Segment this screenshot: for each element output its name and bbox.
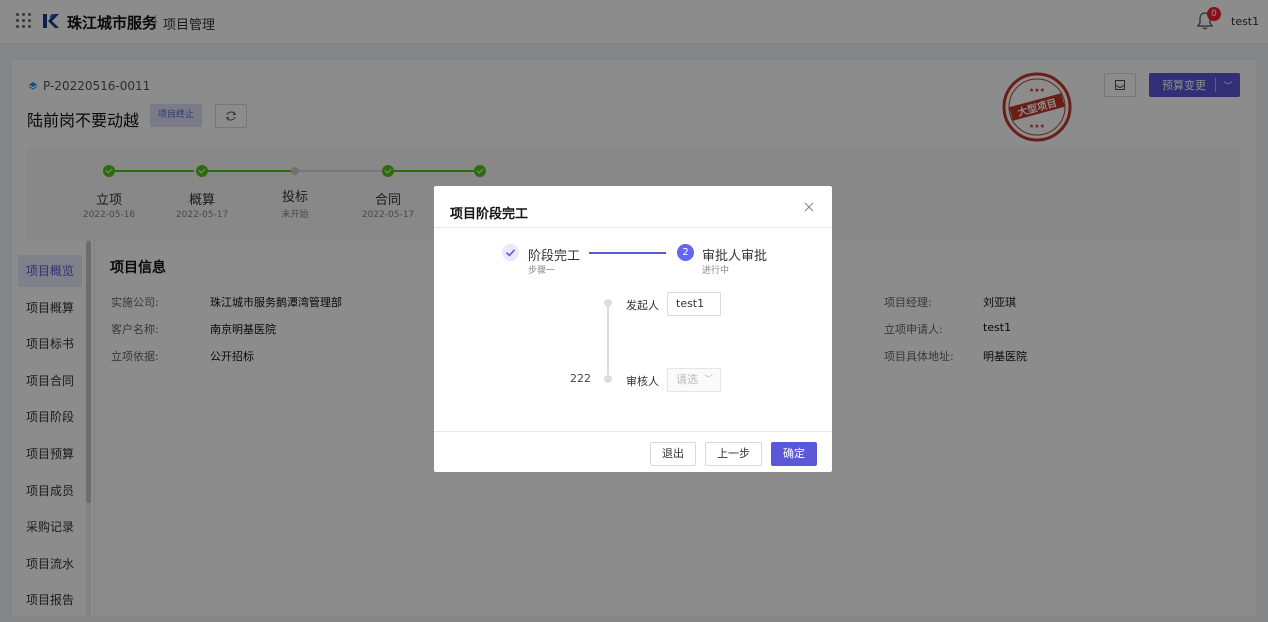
modal-title: 项目阶段完工: [450, 207, 529, 222]
step-title: 审批人审批: [702, 249, 768, 264]
step-number: 2: [677, 244, 694, 261]
close-icon[interactable]: [802, 200, 816, 214]
reviewer-placeholder: 请选: [676, 373, 698, 386]
check-circle-icon: [502, 244, 519, 261]
chevron-down-icon: ﹀: [703, 375, 713, 385]
initiator-label: 发起人: [626, 299, 659, 312]
timeline-dot: [604, 299, 612, 307]
confirm-button[interactable]: 确定: [771, 442, 817, 466]
step-description: 步骤一: [528, 266, 556, 276]
reviewer-label: 审核人: [626, 375, 659, 388]
timeline-dot: [604, 375, 612, 383]
step-description: 进行中: [702, 266, 730, 276]
previous-step-button[interactable]: 上一步: [705, 442, 762, 466]
approval-timeline-line: [607, 304, 609, 379]
step-title: 阶段完工: [528, 249, 581, 264]
reviewer-select[interactable]: 请选 ﹀: [667, 368, 721, 392]
exit-button[interactable]: 退出: [650, 442, 696, 466]
stage-completion-modal: 项目阶段完工 阶段完工 步骤一 2 审批人审批 进行中 发起人 test1 22…: [434, 186, 832, 472]
initiator-field[interactable]: test1: [667, 292, 721, 316]
step-connector: [589, 252, 666, 254]
timeline-note: 222: [570, 372, 591, 385]
